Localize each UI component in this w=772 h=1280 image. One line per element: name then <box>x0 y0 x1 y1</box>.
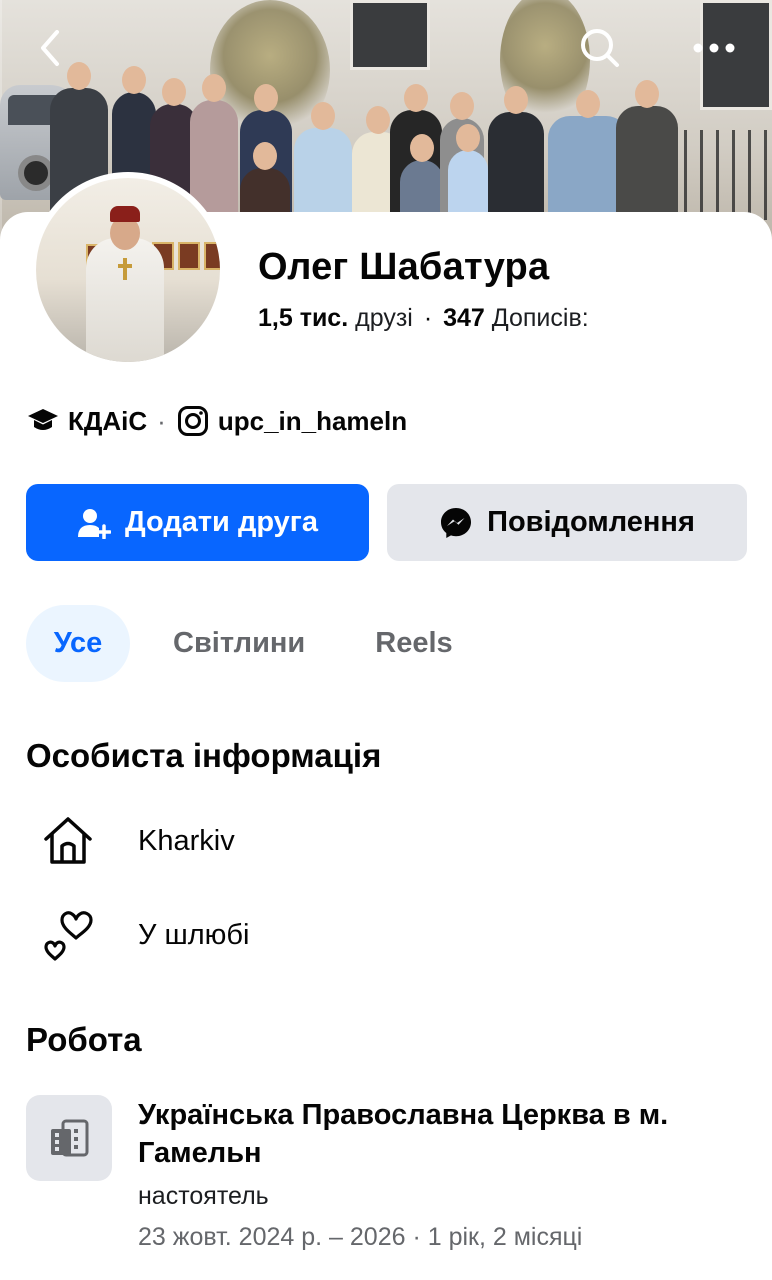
profile-stats: 1,5 тис. друзі · 347 Дописів: <box>258 304 589 333</box>
employer-name[interactable]: Українська Православна Церква в м. Гамел… <box>138 1096 738 1172</box>
cover-person <box>616 80 678 220</box>
profile-meta: КДАіС · upc_in_hameln <box>26 404 407 438</box>
cover-person <box>488 86 544 220</box>
messenger-icon <box>439 506 473 540</box>
instagram-icon <box>176 404 210 438</box>
home-icon <box>26 811 112 871</box>
cover-window <box>350 0 430 70</box>
avatar-cross <box>118 258 132 280</box>
building-icon <box>51 1119 89 1157</box>
avatar-figure <box>86 238 164 362</box>
message-button[interactable]: Повідомлення <box>387 484 747 561</box>
posts-label: Дописів: <box>491 304 589 332</box>
more-options-button[interactable] <box>686 20 742 76</box>
info-row-city[interactable]: Kharkiv <box>26 811 235 871</box>
education-link[interactable]: КДАіС <box>68 406 147 437</box>
tab-photos[interactable]: Світлини <box>173 605 305 682</box>
add-friend-label: Додати друга <box>124 506 319 538</box>
city-value: Kharkiv <box>138 824 235 857</box>
search-button[interactable] <box>572 20 628 76</box>
work-title: Робота <box>26 1021 142 1058</box>
cover-person <box>294 102 352 220</box>
add-friend-icon <box>77 507 111 539</box>
add-friend-button[interactable]: Додати друга <box>26 484 369 561</box>
tab-reels[interactable]: Reels <box>375 605 452 682</box>
back-button[interactable] <box>22 20 78 76</box>
avatar-figure-hat <box>110 206 140 222</box>
avatar-icon-frame <box>204 242 220 270</box>
tab-all[interactable]: Усе <box>26 605 130 682</box>
posts-count: 347 <box>443 304 485 332</box>
job-dates: 23 жовт. 2024 р. – 2026 · 1 рік, 2 місяц… <box>138 1223 583 1251</box>
profile-name: Олег Шабатура <box>258 246 550 288</box>
avatar-icon-frame <box>178 242 200 270</box>
instagram-link[interactable]: upc_in_hameln <box>218 406 407 437</box>
graduation-cap-icon <box>26 404 60 438</box>
more-horizontal-icon <box>693 43 735 53</box>
meta-separator: · <box>157 405 166 436</box>
cover-person <box>400 134 444 220</box>
profile-avatar[interactable] <box>30 172 226 368</box>
friends-label[interactable]: друзі <box>355 304 413 332</box>
profile-tabs: Усе Світлини Reels <box>26 605 453 682</box>
avatar-photo <box>36 178 220 362</box>
cover-person <box>448 124 488 220</box>
relationship-value: У шлюбі <box>138 918 250 951</box>
stats-separator: · <box>423 304 433 332</box>
message-label: Повідомлення <box>487 506 695 538</box>
hearts-icon <box>26 905 112 965</box>
personal-info-title: Особиста інформація <box>26 737 382 774</box>
chevron-left-icon <box>41 30 59 66</box>
info-row-relationship[interactable]: У шлюбі <box>26 905 249 965</box>
work-logo[interactable] <box>26 1095 112 1181</box>
friends-count[interactable]: 1,5 тис. <box>258 304 348 332</box>
search-icon <box>581 29 619 67</box>
job-position: настоятель <box>138 1182 269 1210</box>
